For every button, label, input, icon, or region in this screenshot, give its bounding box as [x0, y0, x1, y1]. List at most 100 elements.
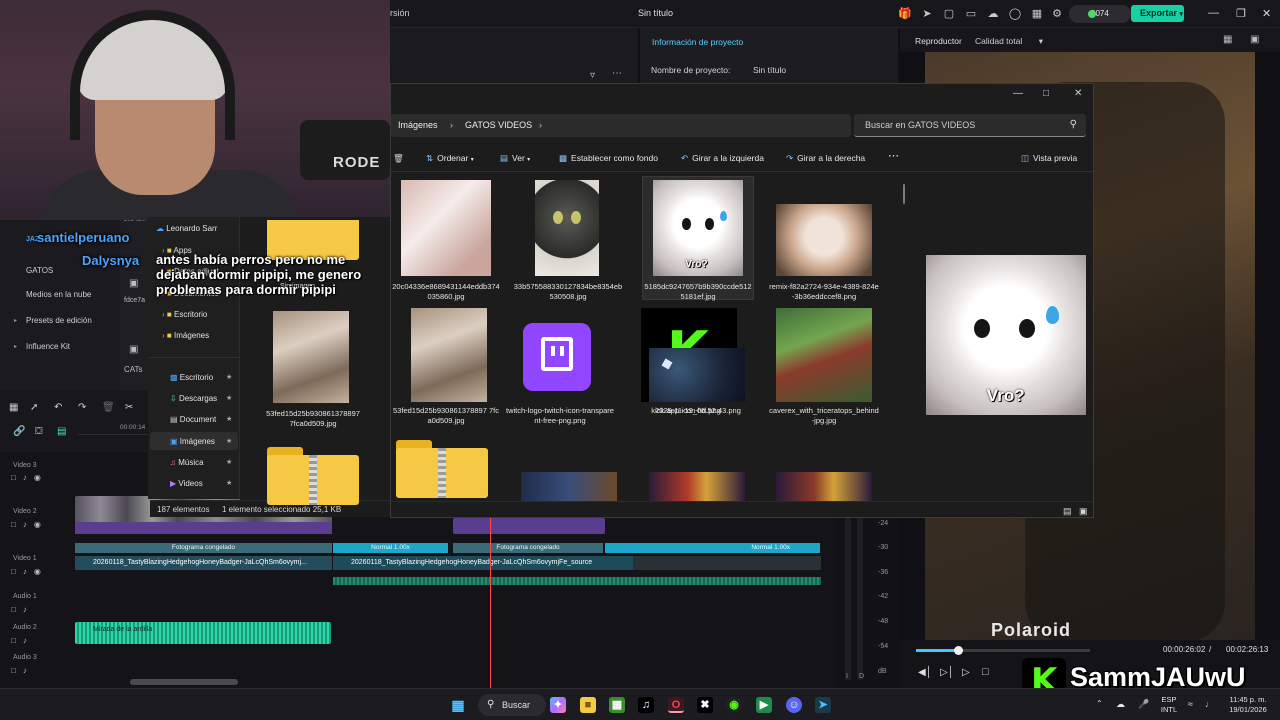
volume-icon[interactable]: ♩	[1205, 699, 1214, 709]
gift-icon[interactable]: 🎁	[898, 7, 912, 21]
minimize-icon[interactable]: —	[1208, 7, 1219, 19]
more-options-icon[interactable]: ⋯	[888, 149, 899, 162]
opera-gx-icon[interactable]: O	[668, 697, 684, 713]
media-file-name[interactable]: fdce7a	[124, 297, 145, 304]
export-button[interactable]: Exportar ▾	[1131, 5, 1184, 22]
search-icon[interactable]: ⚲	[1070, 119, 1077, 130]
step-play-icon[interactable]: ▷│	[940, 667, 954, 678]
previous-frame-icon[interactable]: ◀│	[918, 667, 932, 678]
track-controls[interactable]: □♪	[11, 636, 34, 645]
tiktok-icon[interactable]: ♫	[638, 697, 654, 713]
quick-access-videos[interactable]: ▶ Videos ★	[170, 479, 232, 488]
video-1-clip-c[interactable]	[633, 556, 821, 570]
details-view-icon[interactable]: ▤	[1063, 506, 1072, 517]
track-controls[interactable]: □♪	[11, 605, 34, 614]
breadcrumb-gatos-videos[interactable]: GATOS VIDEOS	[465, 120, 532, 130]
file-tile[interactable]	[643, 472, 753, 502]
playback-scrubber[interactable]	[954, 646, 963, 655]
grid-icon[interactable]: ▦	[9, 402, 18, 413]
tiles-view-icon[interactable]: ▣	[1079, 506, 1088, 517]
quick-access-desktop[interactable]: ▩ Escritorio ★	[170, 373, 232, 382]
layout-icon[interactable]: ▢	[942, 7, 956, 21]
nav-item-cloud-media[interactable]: Medios en la nube	[26, 290, 91, 299]
speed-band[interactable]: Normal 1.00x	[333, 543, 448, 553]
track-lock-icon[interactable]: ▤	[57, 426, 66, 437]
filmora-icon[interactable]: ➤	[815, 697, 831, 713]
maximize-icon[interactable]: □	[1043, 88, 1049, 99]
filter-icon[interactable]: ▿	[590, 70, 595, 81]
nav-item-gatos[interactable]: GATOS	[26, 266, 53, 275]
language-indicator[interactable]: ESP INTL	[1157, 695, 1181, 715]
freeze-frame-band[interactable]: Fotograma congelado	[453, 543, 603, 553]
minecraft-icon[interactable]: ▦	[609, 697, 625, 713]
wifi-icon[interactable]: ≈	[1188, 699, 1193, 709]
editor-app-icon[interactable]: ▶	[756, 697, 772, 713]
nav-item-desktop-folder[interactable]: › ■ Escritorio	[162, 310, 207, 319]
video-1-clip[interactable]: 20260118_TastyBlazingHedgehogHoneyBadger…	[75, 556, 332, 570]
delete-icon[interactable]: 🗑	[393, 153, 404, 164]
nav-item-influence-kit[interactable]: Influence Kit	[26, 342, 70, 351]
file-tile[interactable]: caverex_with_triceratops_behind-jpg.jpg	[769, 308, 879, 433]
image-icon[interactable]: ▣	[1250, 34, 1259, 45]
quick-access-downloads[interactable]: ⇩ Descargas ★	[170, 394, 232, 403]
magnet-icon[interactable]: ⛋	[35, 426, 43, 437]
grid-apps-icon[interactable]: ▦	[1030, 7, 1044, 21]
breadcrumb-pictures[interactable]: Imágenes	[398, 120, 438, 130]
set-background-button[interactable]: ▩ Establecer como fondo	[559, 153, 658, 164]
menu-version-item[interactable]: rsión	[390, 8, 410, 18]
video-1-clip-b[interactable]: 20260118_TastyBlazingHedgehogHoneyBadger…	[333, 556, 633, 570]
timeline-scrollbar[interactable]	[130, 679, 238, 685]
rotate-right-button[interactable]: ↷ Girar a la derecha	[786, 153, 865, 164]
audio-2-clip[interactable]: Mirada de la ardilla	[75, 622, 331, 644]
rotate-left-button[interactable]: ↶ Girar a la izquierda	[681, 153, 764, 164]
track-controls[interactable]: □♪	[11, 666, 34, 675]
file-thumbnail[interactable]	[273, 311, 349, 403]
nav-item-onedrive[interactable]: ☁ Leonardo Sarr	[156, 224, 217, 233]
file-tile[interactable]: 53fed15d25b930861378897 7fca0d509.jpg	[391, 308, 501, 433]
track-controls[interactable]: □♪◉	[11, 473, 48, 482]
media-folder-label[interactable]: CATs	[124, 365, 143, 374]
play-icon[interactable]: ▷	[962, 667, 970, 678]
network-icon[interactable]: ☁	[1116, 699, 1125, 709]
nav-item-edit-presets[interactable]: Presets de edición	[26, 316, 92, 325]
quality-dropdown[interactable]: Calidad total ▾	[975, 36, 1043, 47]
obs-icon[interactable]: ◉	[726, 697, 742, 713]
chevron-right-icon[interactable]: ›	[539, 120, 542, 130]
microphone-icon[interactable]: 🎤	[1138, 699, 1149, 709]
discord-icon[interactable]: ☺	[786, 697, 802, 713]
select-tool-icon[interactable]: ➚	[30, 402, 38, 413]
speed-band[interactable]: Normal 1.00x	[605, 543, 820, 553]
sort-button[interactable]: ⇅ Ordenar ▾	[426, 153, 474, 164]
file-tile[interactable]: K kick-app-icon-hd.png	[521, 308, 737, 433]
split-icon[interactable]: ✂	[125, 402, 133, 413]
search-field[interactable]: Buscar en GATOS VIDEOS ⚲	[854, 114, 1086, 137]
freeze-frame-band[interactable]: Fotograma congelado	[75, 543, 332, 553]
windows-start-icon[interactable]: ▦	[450, 697, 466, 713]
tab-project-info[interactable]: Información de proyecto	[652, 37, 743, 47]
playback-track[interactable]	[960, 649, 1090, 652]
redo-icon[interactable]: ↷	[78, 402, 86, 413]
more-options-icon[interactable]: ⋯	[612, 68, 622, 79]
clock[interactable]: 11:45 p. m. 19/01/2026	[1222, 695, 1274, 715]
credits-badge[interactable]: 6074	[1069, 5, 1131, 23]
cloud-upload-icon[interactable]: ☁	[986, 7, 1000, 21]
copilot-icon[interactable]: ✦	[550, 697, 566, 713]
file-tile[interactable]	[769, 472, 879, 502]
taskbar-search[interactable]: ⚲ Buscar	[478, 694, 546, 716]
undo-icon[interactable]: ↶	[54, 402, 62, 413]
track-controls[interactable]: □♪◉	[11, 567, 48, 576]
send-icon[interactable]: ➤	[920, 7, 934, 21]
view-button[interactable]: ▤ Ver ▾	[500, 153, 530, 164]
stop-icon[interactable]: □	[982, 666, 989, 678]
quick-access-music[interactable]: ♫ Música ★	[170, 458, 232, 467]
monitor-icon[interactable]: ▭	[964, 7, 978, 21]
file-tile[interactable]	[395, 440, 505, 500]
file-tile-selected[interactable]: Vro? 5185dc9247657b9b390ccde5125181ef.jp…	[643, 176, 753, 301]
settings-icon[interactable]: ⚙	[1050, 7, 1064, 21]
capcut-icon[interactable]: ✖	[697, 697, 713, 713]
support-icon[interactable]: ◯	[1008, 7, 1022, 21]
address-bar[interactable]: Imágenes › GATOS VIDEOS ›	[391, 114, 851, 137]
maximize-icon[interactable]: ❐	[1236, 7, 1246, 20]
quick-access-documents[interactable]: ▤ Document ★	[170, 415, 232, 424]
snapshot-grid-icon[interactable]: ▦	[1223, 34, 1232, 45]
